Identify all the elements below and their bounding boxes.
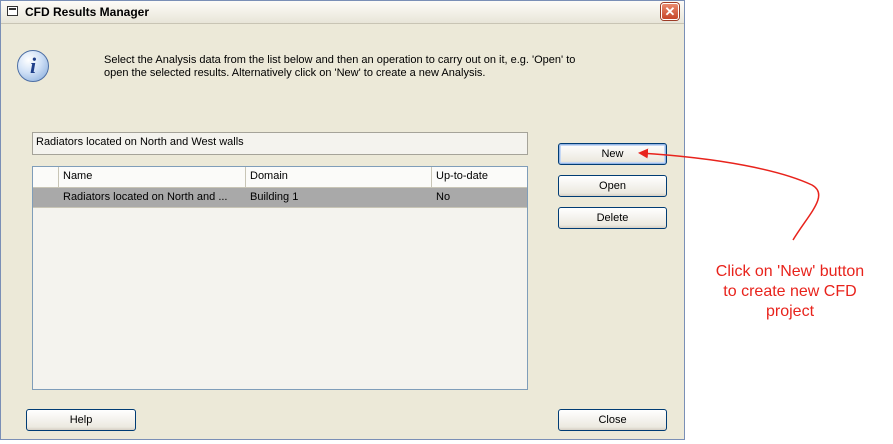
annotation-arrow — [638, 148, 820, 241]
annotation-line-1: Click on 'New' button — [715, 263, 865, 280]
annotation-line-2: to create new CFD — [723, 283, 857, 300]
annotation-callout: Click on 'New' button to create new CFD … — [690, 262, 890, 322]
annotation-line-3: project — [765, 303, 815, 320]
